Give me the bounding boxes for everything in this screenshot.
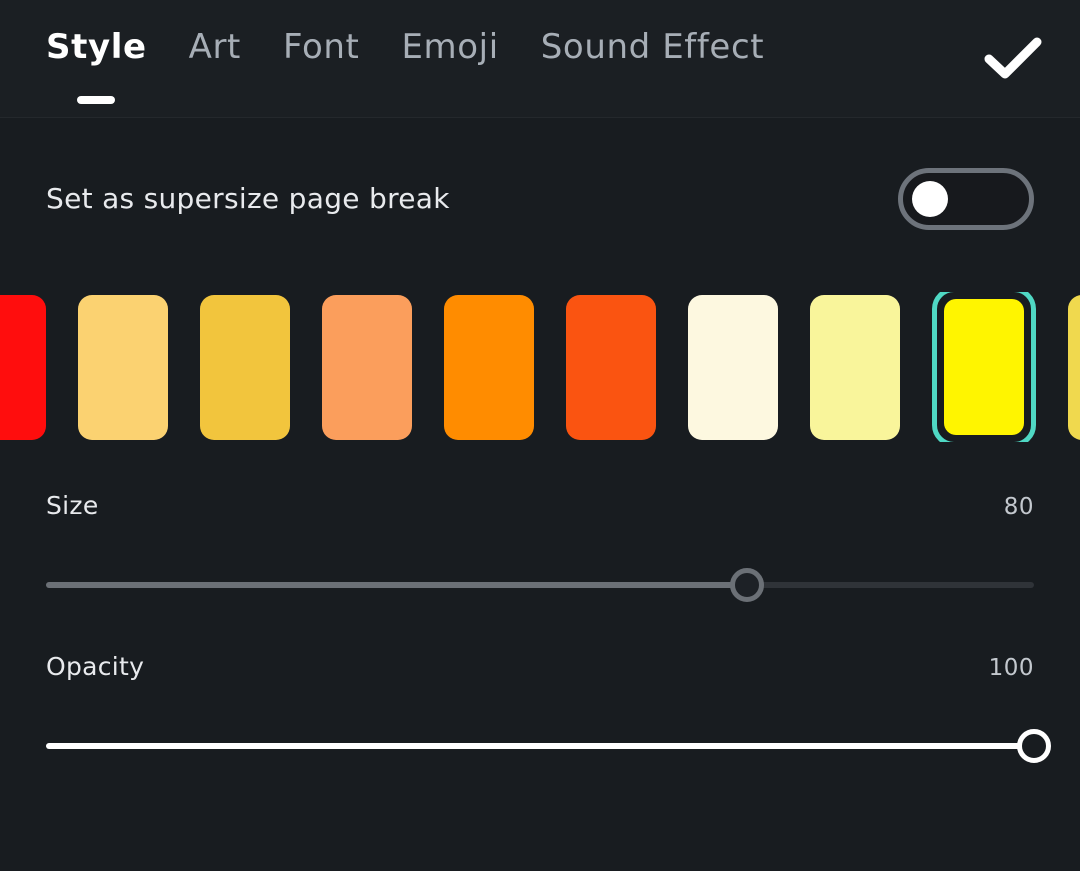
supersize-page-break-toggle[interactable] xyxy=(898,168,1034,230)
size-slider-fill xyxy=(46,582,748,588)
active-tab-indicator xyxy=(77,96,116,104)
color-swatch[interactable] xyxy=(200,294,290,440)
color-swatch[interactable] xyxy=(810,294,900,440)
color-swatch[interactable] xyxy=(566,294,656,440)
size-slider-header: Size 80 xyxy=(46,490,1034,530)
color-swatch-fill xyxy=(1068,294,1080,440)
size-slider-block: Size 80 xyxy=(46,490,1034,608)
color-swatch-list[interactable] xyxy=(0,292,1080,442)
size-slider-value: 80 xyxy=(1003,494,1034,520)
tab-label: Sound Effect xyxy=(540,27,765,67)
color-swatch-fill xyxy=(566,294,656,440)
color-swatch[interactable] xyxy=(0,294,46,440)
checkmark-icon xyxy=(984,37,1042,79)
tab-sound-effect[interactable]: Sound Effect xyxy=(541,24,764,70)
size-slider-track-area[interactable] xyxy=(46,562,1034,608)
color-swatch[interactable] xyxy=(322,294,412,440)
confirm-button[interactable] xyxy=(970,20,1056,96)
opacity-slider-block: Opacity 100 xyxy=(46,651,1051,769)
color-swatch[interactable] xyxy=(1068,294,1080,440)
supersize-page-break-label: Set as supersize page break xyxy=(46,182,450,215)
tab-label: Font xyxy=(283,27,360,67)
opacity-slider-header: Opacity 100 xyxy=(46,651,1034,691)
opacity-slider-value: 100 xyxy=(988,655,1034,681)
size-slider-knob[interactable] xyxy=(730,568,765,602)
color-swatch-fill xyxy=(322,294,412,440)
style-editor-panel: Style Art Font Emoji Sound Effect Set as sup… xyxy=(0,0,1080,871)
color-swatch-fill xyxy=(688,294,778,440)
tab-label: Art xyxy=(188,27,241,67)
color-swatch-fill xyxy=(200,294,290,440)
color-swatch[interactable] xyxy=(688,294,778,440)
tab-label: Style xyxy=(46,27,147,67)
color-swatch[interactable] xyxy=(932,292,1036,442)
toggle-knob xyxy=(912,181,948,217)
tab-emoji[interactable]: Emoji xyxy=(401,24,498,70)
color-swatch-fill xyxy=(444,294,534,440)
tab-style[interactable]: Style xyxy=(46,24,147,104)
tab-bar: Style Art Font Emoji Sound Effect xyxy=(46,24,764,104)
opacity-slider-label: Opacity xyxy=(46,652,145,681)
color-swatch[interactable] xyxy=(78,294,168,440)
color-swatch-fill xyxy=(810,294,900,440)
opacity-slider-track-area[interactable] xyxy=(46,723,1051,769)
tab-art[interactable]: Art xyxy=(189,24,241,70)
color-swatch-fill xyxy=(944,299,1024,435)
size-slider-label: Size xyxy=(46,491,99,520)
color-swatch[interactable] xyxy=(444,294,534,440)
tab-font[interactable]: Font xyxy=(283,24,359,70)
color-swatch-fill xyxy=(78,294,168,440)
opacity-slider-fill xyxy=(46,743,1034,749)
header-bar: Style Art Font Emoji Sound Effect xyxy=(0,0,1080,118)
opacity-slider-knob[interactable] xyxy=(1017,729,1051,763)
color-swatch-fill xyxy=(0,294,46,440)
supersize-page-break-row: Set as supersize page break xyxy=(0,118,1080,280)
tab-label: Emoji xyxy=(401,27,499,67)
